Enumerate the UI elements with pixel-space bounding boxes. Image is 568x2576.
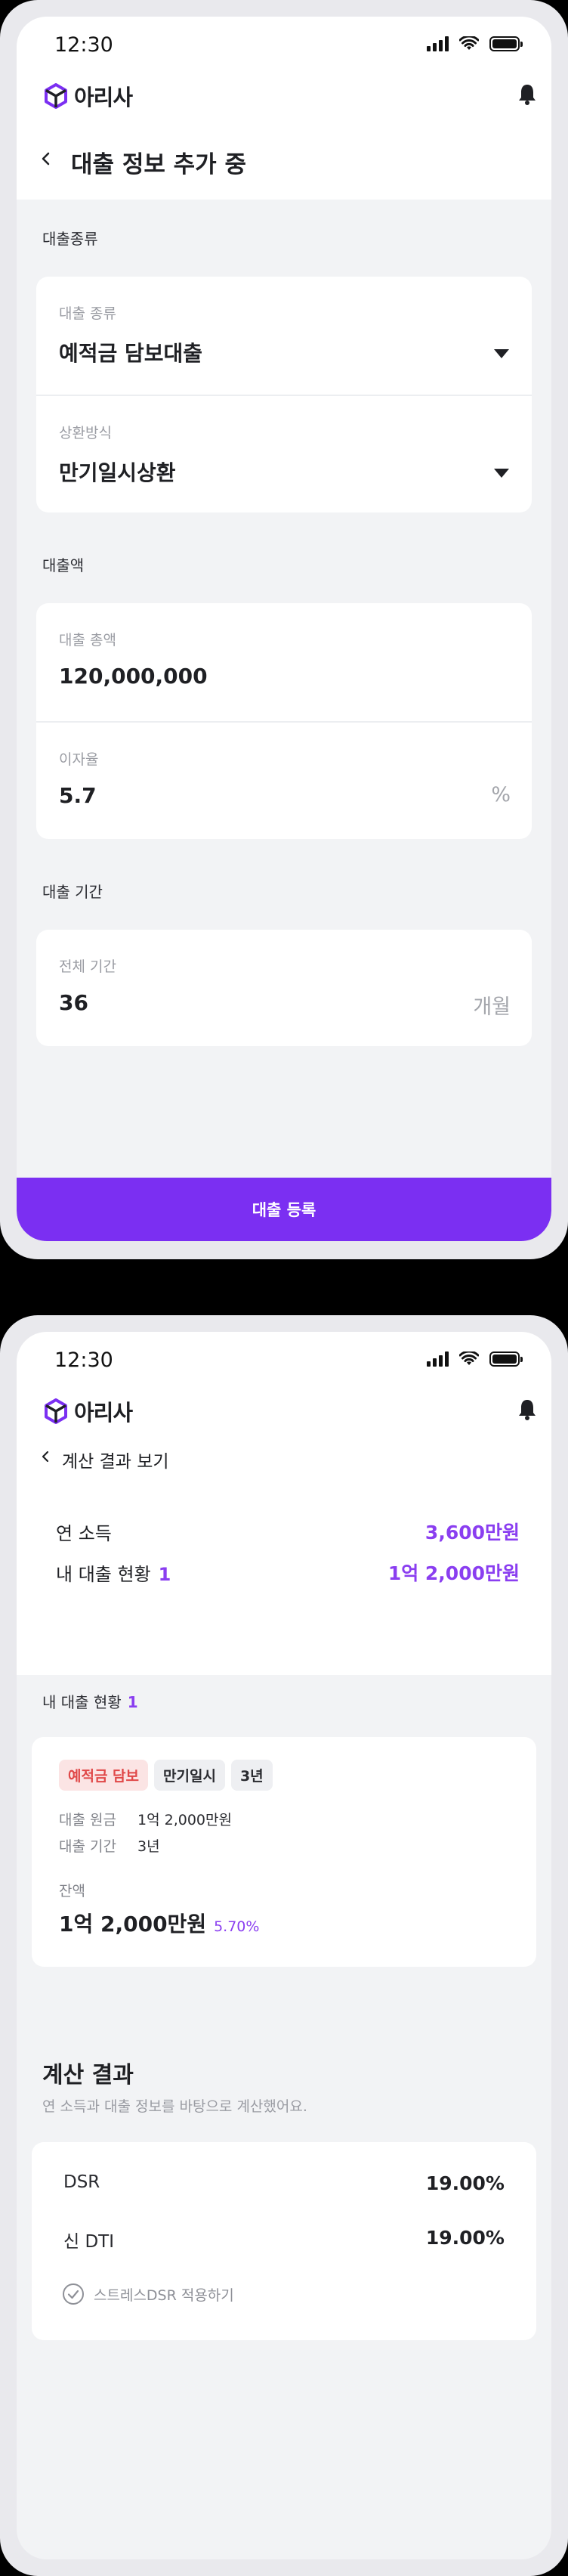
loans-count: 1 xyxy=(158,1563,171,1585)
bell-icon[interactable] xyxy=(517,83,538,106)
wifi-icon xyxy=(459,1351,479,1365)
balance-value: 1억 2,000만원 xyxy=(59,1912,207,1937)
bell-icon[interactable] xyxy=(517,1398,538,1421)
add-loan-screen: 12:30 아리사 대출 정보 추가 중 대출종류 대출 종류 예적금 담보대출… xyxy=(17,17,551,1241)
section-label-my-loans: 내 대출 현황 1 xyxy=(42,1690,138,1712)
dropdown-caret-icon xyxy=(494,349,509,358)
back-chevron-icon[interactable] xyxy=(39,1450,51,1463)
income-value: 3,600만원 xyxy=(424,1522,520,1543)
period-label: 대출 기간 xyxy=(59,1838,116,1855)
field-unit: 개월 xyxy=(473,995,511,1019)
field-value: 5.7 xyxy=(59,783,97,808)
header: 12:30 아리사 대출 정보 추가 중 xyxy=(17,17,551,200)
logo-text: 아리사 xyxy=(74,1400,133,1426)
dti-label: 신 DTI xyxy=(63,2232,115,2252)
period-card: 전체 기간 36 개월 xyxy=(36,930,532,1046)
balance-row: 1억 2,000만원 5.70% xyxy=(59,1908,509,1938)
chip-period: 3년 xyxy=(230,1760,273,1791)
loans-label-text: 내 대출 현황 xyxy=(56,1563,151,1585)
app-bar: 아리사 xyxy=(17,76,551,118)
stress-dsr-label: 스트레스DSR 적용하기 xyxy=(94,2287,234,2304)
page-title: 대출 정보 추가 중 xyxy=(71,151,247,178)
chip-group: 예적금 담보 만기일시 3년 xyxy=(59,1760,509,1791)
income-label: 연 소득 xyxy=(56,1522,112,1544)
principal-label: 대출 원금 xyxy=(59,1812,116,1828)
status-bar: 12:30 xyxy=(17,17,551,76)
field-unit: % xyxy=(491,783,511,807)
battery-icon xyxy=(489,36,523,51)
section-label-amount: 대출액 xyxy=(42,556,85,574)
register-loan-button[interactable]: 대출 등록 xyxy=(17,1178,551,1241)
status-time: 12:30 xyxy=(54,33,113,57)
my-loans-label: 내 대출 현황 xyxy=(42,1693,122,1711)
result-subtitle: 연 소득과 대출 정보를 바탕으로 계산했어요. xyxy=(42,2098,307,2115)
page-title: 계산 결과 보기 xyxy=(62,1452,169,1472)
field-label: 이자율 xyxy=(59,751,99,768)
chip-repayment: 만기일시 xyxy=(154,1760,225,1791)
period-value: 3년 xyxy=(137,1838,160,1855)
dropdown-caret-icon xyxy=(494,469,509,478)
loan-card[interactable]: 예적금 담보 만기일시 3년 대출 원금 1억 2,000만원 대출 기간 3년 잔액 … xyxy=(32,1737,536,1967)
logo-cube-icon xyxy=(45,1398,67,1424)
income-row: 연 소득 3,600만원 xyxy=(56,1518,520,1545)
signal-icon xyxy=(427,36,449,51)
loans-summary-row: 내 대출 현황 1 1억 2,000만원 xyxy=(56,1559,520,1586)
dti-row: 신 DTI 19.00% xyxy=(63,2227,505,2252)
check-circle-icon xyxy=(63,2283,84,2305)
stress-dsr-toggle[interactable]: 스트레스DSR 적용하기 xyxy=(62,2283,234,2305)
field-value: 만기일시상환 xyxy=(59,460,176,485)
status-time: 12:30 xyxy=(54,1348,113,1372)
amount-card: 대출 총액 120,000,000 이자율 5.7 % xyxy=(36,603,532,839)
status-bar: 12:30 xyxy=(17,1332,551,1391)
result-screen: 12:30 아리사 계산 결과 보기 연 소득 3,600만원 내 대출 현황 … xyxy=(17,1332,551,2559)
field-value: 예적금 담보대출 xyxy=(59,341,203,366)
repayment-method-select[interactable]: 상환방식 만기일시상환 xyxy=(36,395,532,512)
loans-total-value: 1억 2,000만원 xyxy=(387,1562,520,1584)
section-label-period: 대출 기간 xyxy=(42,883,103,901)
phone-frame-add-loan: 12:30 아리사 대출 정보 추가 중 대출종류 대출 종류 예적금 담보대출… xyxy=(0,0,568,1259)
phone-frame-result: 12:30 아리사 계산 결과 보기 연 소득 3,600만원 내 대출 현황 … xyxy=(0,1315,568,2576)
title-bar: 대출 정보 추가 중 xyxy=(17,118,551,200)
result-title: 계산 결과 xyxy=(42,2062,134,2088)
loan-kind-select[interactable]: 대출 종류 예적금 담보대출 xyxy=(36,277,532,395)
interest-rate-input[interactable]: 이자율 5.7 % xyxy=(36,721,532,839)
signal-icon xyxy=(427,1351,449,1367)
section-label-loan-type: 대출종류 xyxy=(42,230,98,248)
logo: 아리사 xyxy=(44,80,133,112)
title-and-summary: 계산 결과 보기 연 소득 3,600만원 내 대출 현황 1 1억 2,000만… xyxy=(17,1433,551,1675)
dsr-value: 19.00% xyxy=(425,2172,505,2194)
total-period-input[interactable]: 전체 기간 36 개월 xyxy=(36,930,532,1046)
logo-cube-icon xyxy=(45,83,67,109)
field-label: 상환방식 xyxy=(59,425,112,441)
field-label: 대출 총액 xyxy=(59,632,116,649)
field-label: 전체 기간 xyxy=(59,958,116,975)
dsr-row: DSR 19.00% xyxy=(63,2172,505,2194)
logo: 아리사 xyxy=(44,1395,133,1427)
loan-total-input[interactable]: 대출 총액 120,000,000 xyxy=(36,603,532,721)
field-value: 120,000,000 xyxy=(59,664,208,689)
result-card: DSR 19.00% 신 DTI 19.00% 스트레스DSR 적용하기 xyxy=(32,2142,536,2340)
principal-value: 1억 2,000만원 xyxy=(137,1812,232,1828)
my-loans-count: 1 xyxy=(127,1693,138,1711)
period-row: 대출 기간 3년 xyxy=(59,1835,509,1856)
field-value: 36 xyxy=(59,990,88,1015)
chip-loan-kind: 예적금 담보 xyxy=(59,1760,149,1791)
interest-rate: 5.70% xyxy=(214,1918,260,1935)
field-label: 대출 종류 xyxy=(59,305,116,322)
back-chevron-icon[interactable] xyxy=(39,151,53,166)
logo-text: 아리사 xyxy=(74,85,133,110)
app-bar: 아리사 xyxy=(17,1391,551,1433)
principal-row: 대출 원금 1억 2,000만원 xyxy=(59,1809,509,1829)
balance-label: 잔액 xyxy=(59,1883,85,1899)
loan-type-card: 대출 종류 예적금 담보대출 상환방식 만기일시상환 xyxy=(36,277,532,512)
dsr-label: DSR xyxy=(63,2172,100,2192)
loans-summary-label: 내 대출 현황 1 xyxy=(56,1559,171,1586)
battery-icon xyxy=(489,1351,523,1367)
header: 12:30 아리사 계산 결과 보기 연 소득 3,600만원 내 대출 현황 … xyxy=(17,1332,551,1675)
wifi-icon xyxy=(459,36,479,50)
dti-value: 19.00% xyxy=(425,2227,505,2249)
